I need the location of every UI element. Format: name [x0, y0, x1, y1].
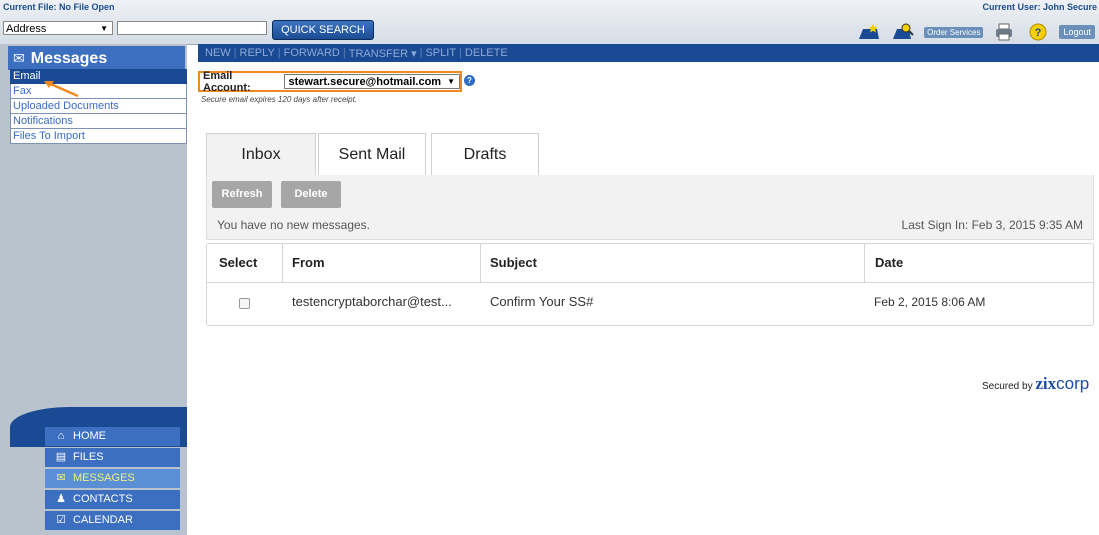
new-button[interactable]: NEW	[202, 47, 234, 59]
column-header-subject: Subject	[490, 255, 537, 270]
last-sign-in: Last Sign In: Feb 3, 2015 9:35 AM	[901, 218, 1083, 232]
nav-messages-label: MESSAGES	[73, 472, 135, 484]
tab-inbox[interactable]: Inbox	[206, 133, 316, 175]
nav-calendar[interactable]: ☑ CALENDAR	[45, 511, 180, 530]
help-icon[interactable]: ?	[464, 75, 475, 86]
column-header-select: Select	[219, 255, 258, 270]
logout-button[interactable]: Logout	[1059, 25, 1095, 39]
delete-button[interactable]: DELETE	[462, 47, 511, 59]
search-type-select[interactable]: Address ▼	[3, 21, 113, 35]
new-file-icon[interactable]	[856, 23, 882, 41]
help-icon[interactable]: ?	[1025, 23, 1051, 41]
calendar-icon: ☑	[56, 514, 66, 526]
row-select-checkbox[interactable]	[239, 298, 250, 309]
top-tools: Order Services ? Logout	[856, 22, 1095, 42]
email-account-value: stewart.secure@hotmail.com	[288, 75, 442, 88]
sidebar-item-uploaded-documents[interactable]: Uploaded Documents	[10, 99, 187, 114]
sidebar-item-files-to-import[interactable]: Files To Import	[10, 129, 187, 144]
order-services-button[interactable]: Order Services	[924, 26, 984, 38]
row-subject[interactable]: Confirm Your SS#	[490, 283, 593, 321]
message-toolbar: NEW | REPLY | FORWARD | TRANSFER ▾ | SPLIT | …	[198, 44, 1099, 62]
nav-home-label: HOME	[73, 430, 106, 442]
nav-contacts-label: CONTACTS	[73, 493, 133, 505]
message-table: Select From Subject Date testencryptabor…	[206, 243, 1094, 326]
files-icon: ▤	[55, 451, 67, 463]
search-file-icon[interactable]	[890, 23, 916, 41]
row-date: Feb 2, 2015 8:06 AM	[874, 295, 986, 309]
nav-contacts[interactable]: ♟ CONTACTS	[45, 490, 180, 509]
delete-message-button[interactable]: Delete	[281, 181, 341, 208]
column-divider	[282, 244, 283, 282]
column-header-from: From	[292, 255, 325, 270]
column-divider	[864, 244, 865, 282]
messages-header-label: Messages	[30, 50, 108, 67]
refresh-button[interactable]: Refresh	[212, 181, 272, 208]
main-nav: ⌂ HOME ▤ FILES ✉ MESSAGES ♟ CONTACTS ☑ CALEND…	[45, 427, 180, 532]
status-text: You have no new messages.	[217, 218, 370, 232]
forward-button[interactable]: FORWARD	[281, 47, 343, 59]
nav-files-label: FILES	[73, 451, 104, 463]
column-header-date: Date	[875, 255, 904, 270]
row-from[interactable]: testencryptaborchar@test...	[292, 283, 452, 321]
email-account-label: Email Account:	[203, 69, 251, 94]
inbox-toolbar-panel: Refresh Delete You have no new messages.…	[206, 175, 1094, 240]
svg-text:?: ?	[1035, 27, 1042, 39]
reply-button[interactable]: REPLY	[237, 47, 278, 59]
current-user-label: Current User: John Secure	[982, 2, 1097, 12]
quick-search-button[interactable]: QUICK SEARCH	[272, 20, 374, 40]
sidebar-item-email[interactable]: Email	[10, 69, 187, 84]
print-icon[interactable]	[991, 23, 1017, 41]
column-divider	[480, 244, 481, 282]
nav-messages[interactable]: ✉ MESSAGES	[45, 469, 180, 488]
chevron-down-icon: ▼	[100, 24, 108, 33]
current-file-label: Current File: No File Open	[3, 2, 115, 12]
nav-calendar-label: CALENDAR	[73, 514, 133, 526]
corp-logo-text: corp	[1056, 374, 1090, 393]
split-button[interactable]: SPLIT	[422, 47, 459, 59]
tab-sent-mail[interactable]: Sent Mail	[318, 133, 426, 175]
email-account-box: Email Account: stewart.secure@hotmail.co…	[198, 69, 462, 94]
envelope-icon: ✉	[13, 50, 25, 66]
secured-by-label: Secured by	[982, 381, 1033, 392]
search-type-value: Address	[6, 23, 47, 35]
expiry-note: Secure email expires 120 days after rece…	[201, 95, 358, 104]
nav-files[interactable]: ▤ FILES	[45, 448, 180, 467]
envelope-icon: ✉	[56, 472, 66, 484]
messages-submenu: Email Fax Uploaded Documents Notificatio…	[10, 69, 187, 144]
secured-by-zixcorp-logo: Secured by zixcorp	[982, 374, 1089, 394]
sidebar-item-notifications[interactable]: Notifications	[10, 114, 187, 129]
annotation-arrow-icon	[44, 80, 79, 98]
zix-logo-text: zix	[1035, 374, 1057, 393]
nav-home[interactable]: ⌂ HOME	[45, 427, 180, 446]
sidebar-item-fax[interactable]: Fax	[10, 84, 187, 99]
email-account-select[interactable]: stewart.secure@hotmail.com ▼	[283, 74, 460, 89]
top-bar: Current File: No File Open Current User:…	[0, 0, 1099, 45]
transfer-button[interactable]: TRANSFER ▾	[346, 47, 420, 60]
home-icon: ⌂	[57, 430, 65, 442]
contacts-icon: ♟	[56, 493, 66, 505]
tab-drafts[interactable]: Drafts	[431, 133, 539, 175]
search-input[interactable]	[117, 21, 267, 35]
chevron-down-icon: ▼	[447, 76, 455, 86]
sidebar: ✉ Messages Email Fax Uploaded Documents N…	[0, 44, 187, 535]
messages-header: ✉ Messages	[8, 46, 185, 70]
